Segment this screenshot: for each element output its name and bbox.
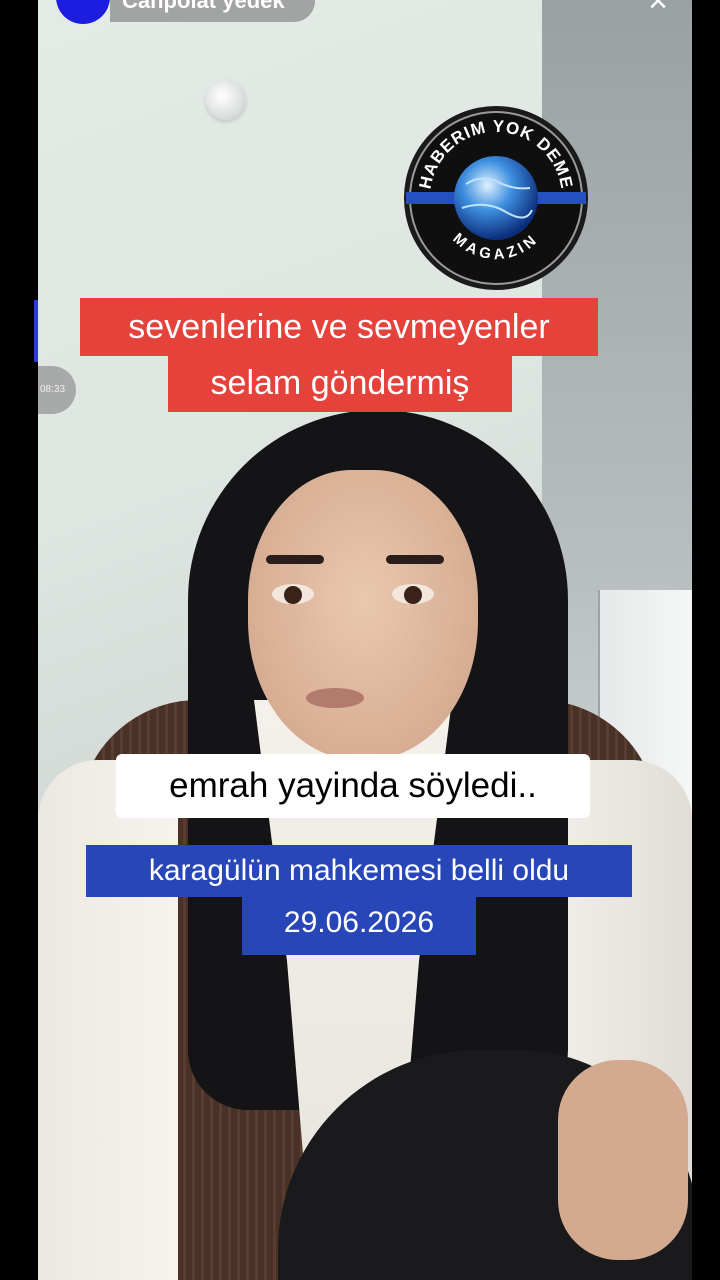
close-icon[interactable]: × [640,0,676,22]
caption-blue-line1: karagülün mahkemesi belli oldu [86,845,632,897]
ceiling-light [206,80,246,120]
caption-red-line1: sevenlerine ve sevmeyenler [80,298,598,356]
username-label[interactable]: Canpolat yedek [110,0,315,22]
side-indicator [34,300,38,362]
right-eyebrow [386,555,444,564]
person-sleeve-left [38,760,178,1280]
caption-blue-line2: 29.06.2026 [242,895,476,955]
left-eye [272,584,314,604]
caption-red-line2: selam göndermiş [168,354,512,412]
person-hand [558,1060,688,1260]
person-lips [306,688,364,708]
person-face [248,470,478,760]
haberim-yok-deme-logo: HABERIM YOK DEME MAGAZIN [404,106,588,290]
caption-white: emrah yayinda söyledi.. [116,754,590,818]
left-eyebrow [266,555,324,564]
right-eye [392,584,434,604]
